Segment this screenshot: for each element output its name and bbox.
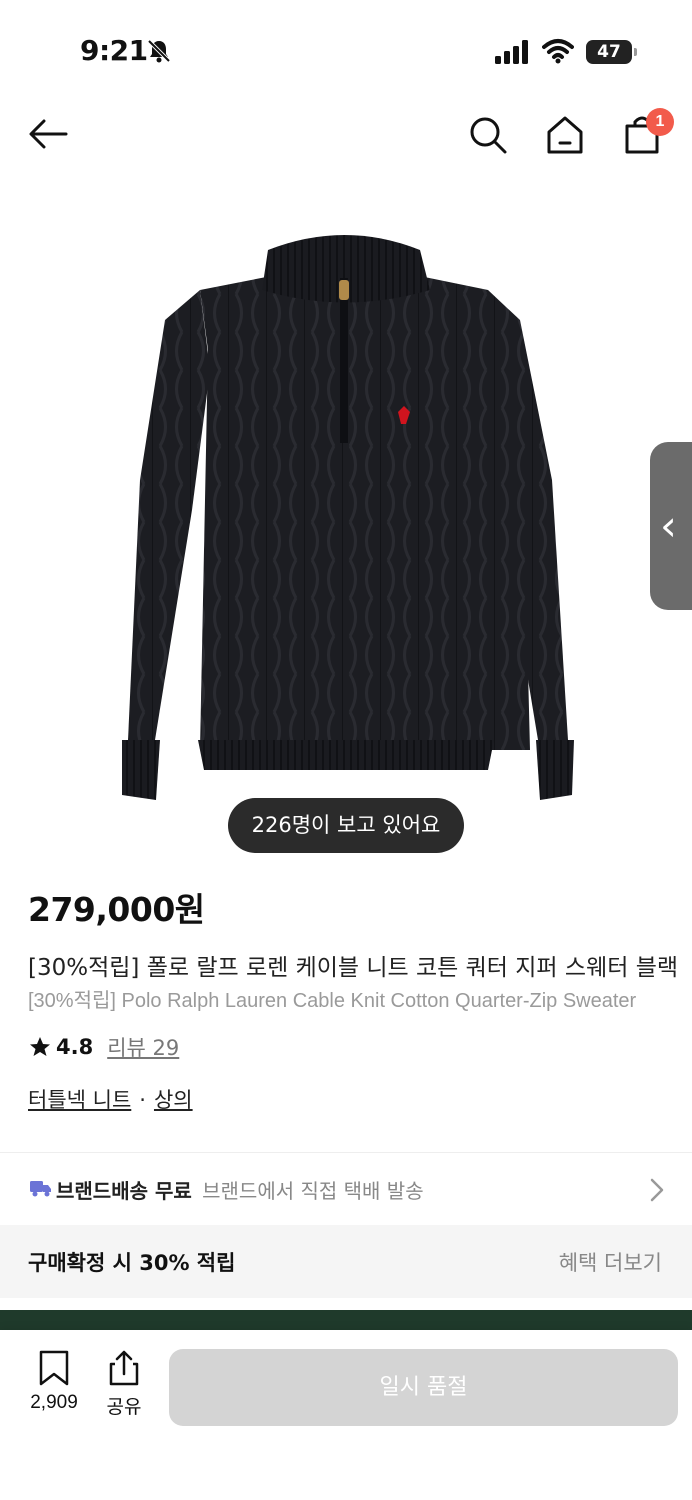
product-price: 279,000원 bbox=[28, 890, 205, 929]
rating-value: 4.8 bbox=[56, 1035, 94, 1059]
product-title-korean: [30%적립] 폴로 랄프 로렌 케이블 니트 코튼 쿼터 지퍼 스웨터 블랙 bbox=[28, 955, 679, 981]
status-bar: 9:21 47 bbox=[0, 0, 692, 100]
bell-slash-icon bbox=[147, 39, 171, 63]
category-link-turtleneck[interactable]: 터틀넥 니트 bbox=[28, 1088, 131, 1112]
wifi-icon bbox=[542, 39, 574, 64]
battery-indicator: 47 bbox=[586, 40, 637, 64]
truck-icon bbox=[30, 1181, 51, 1197]
review-link[interactable]: 리뷰 29 bbox=[107, 1032, 179, 1062]
chevron-left-icon[interactable]: ‹ bbox=[660, 496, 677, 556]
star-icon bbox=[30, 1037, 50, 1056]
benefit-label: 구매확정 시 30% 적립 bbox=[28, 1251, 236, 1275]
top-navigation bbox=[0, 100, 692, 170]
status-time: 9:21 bbox=[80, 34, 148, 67]
bookmark-icon bbox=[39, 1350, 69, 1386]
product-image[interactable] bbox=[0, 180, 692, 870]
back-arrow-icon[interactable] bbox=[26, 112, 70, 156]
category-separator: · bbox=[139, 1088, 146, 1112]
rating-row: 4.8 리뷰 29 bbox=[28, 1032, 179, 1062]
bookmark-button[interactable]: 2,909 bbox=[20, 1350, 88, 1420]
signal-icon bbox=[495, 40, 528, 64]
chevron-right-icon bbox=[650, 1178, 664, 1202]
sweater-illustration bbox=[122, 235, 574, 800]
share-icon bbox=[109, 1350, 139, 1386]
share-label: 공유 bbox=[106, 1396, 142, 1418]
cart-badge: 1 bbox=[646, 108, 674, 136]
shipping-label: 브랜드배송 무료 bbox=[56, 1179, 192, 1203]
benefit-row: 구매확정 시 30% 적립 혜택 더보기 bbox=[0, 1225, 692, 1298]
soldout-button[interactable]: 일시 품절 bbox=[169, 1349, 678, 1426]
viewers-badge: 226명이 보고 있어요 bbox=[228, 798, 464, 853]
home-icon[interactable] bbox=[543, 112, 587, 156]
shipping-text: 브랜드배송 무료 브랜드에서 직접 택배 발송 bbox=[56, 1175, 424, 1204]
search-icon[interactable] bbox=[465, 112, 509, 156]
category-link-tops[interactable]: 상의 bbox=[154, 1088, 193, 1112]
shipping-row[interactable]: 브랜드배송 무료 브랜드에서 직접 택배 발송 bbox=[0, 1153, 692, 1225]
share-button[interactable]: 공유 bbox=[100, 1350, 148, 1420]
bottom-action-bar: 2,909 공유 일시 품절 bbox=[0, 1330, 692, 1500]
product-title-english: [30%적립] Polo Ralph Lauren Cable Knit Cot… bbox=[28, 990, 637, 1012]
shipping-sub: 브랜드에서 직접 택배 발송 bbox=[202, 1179, 424, 1203]
benefit-more-link[interactable]: 혜택 더보기 bbox=[559, 1247, 662, 1277]
bookmark-count: 2,909 bbox=[30, 1392, 78, 1413]
category-row: 터틀넥 니트 · 상의 bbox=[28, 1084, 193, 1114]
